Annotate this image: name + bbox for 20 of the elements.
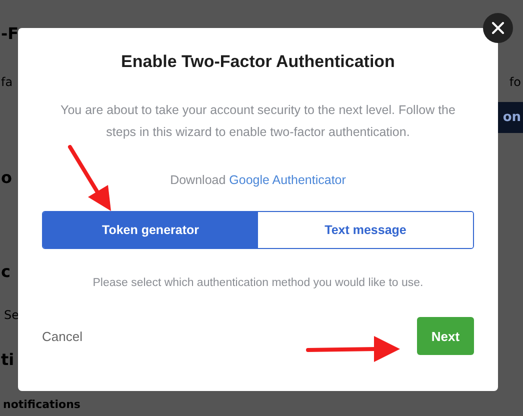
section-heading: ti <box>1 350 14 369</box>
section-heading: o <box>1 168 12 188</box>
page-intro: fo <box>509 74 521 89</box>
next-button[interactable]: Next <box>417 317 474 355</box>
close-button[interactable] <box>483 13 513 43</box>
page-intro: fa <box>1 74 13 89</box>
cancel-button[interactable]: Cancel <box>42 328 82 344</box>
section-text: Se <box>4 308 19 322</box>
notifications-label: notifications <box>3 398 80 411</box>
hint-text: Please select which authentication method you would like to use. <box>92 277 424 289</box>
close-icon <box>492 22 504 34</box>
download-label: Download <box>170 173 226 187</box>
dialog-title: Enable Two-Factor Authentication <box>121 52 395 72</box>
annotation-arrow <box>68 145 111 211</box>
method-tab[interactable]: Token generator <box>43 212 258 248</box>
authenticator-link[interactable]: Google Authenticator <box>229 173 346 187</box>
page-heading: -F <box>1 24 19 44</box>
enable-button[interactable]: on <box>496 102 523 134</box>
intro-text: You are about to take your account security to the next level. Follow the steps in this wizard to enable two-factor authentication. <box>60 102 456 141</box>
section-heading: c <box>1 262 10 281</box>
